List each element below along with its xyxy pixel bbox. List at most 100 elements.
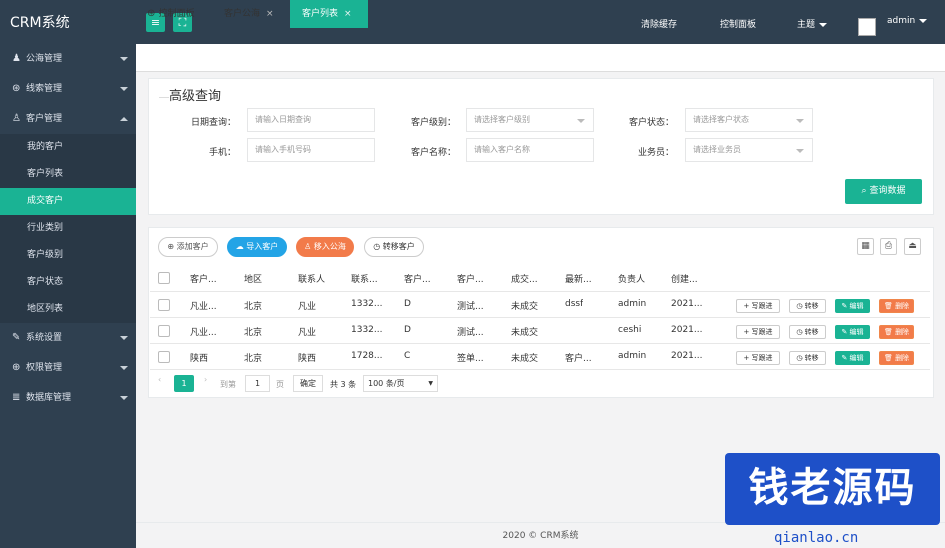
column-header[interactable]: 最新... <box>565 272 592 285</box>
status-label: 客户状态： <box>628 118 674 128</box>
avatar[interactable] <box>858 18 876 36</box>
row-checkbox[interactable] <box>158 299 170 311</box>
row-checkbox[interactable] <box>158 351 170 363</box>
sidebar-item-label: 数据库管理 <box>26 393 72 403</box>
user-group-icon: ♟ <box>12 53 21 64</box>
export-icon[interactable]: ⏏ <box>904 238 921 255</box>
sidebar-item-database[interactable]: ≣ 数据库管理 <box>0 383 136 413</box>
sidebar-subitem-status[interactable]: 客户状态 <box>0 269 136 296</box>
edit-button[interactable]: ✎ 编辑 <box>835 325 870 339</box>
follow-up-button[interactable]: + 写跟进 <box>736 351 780 365</box>
tab-dashboard[interactable]: ⊛ 控制面板 <box>145 0 220 28</box>
column-header[interactable]: 客户... <box>457 272 484 285</box>
transfer-button[interactable]: ◷ 转移 <box>789 351 826 365</box>
status-placeholder: 请选择客户状态 <box>693 115 749 124</box>
column-header[interactable]: 联系人 <box>298 272 325 285</box>
column-header[interactable]: 地区 <box>244 272 262 285</box>
status-select[interactable]: 请选择客户状态 <box>685 108 813 132</box>
transfer-customer-button[interactable]: ◷ 转移客户 <box>364 237 424 257</box>
divider <box>150 343 930 344</box>
sidebar-subitem-customer-list[interactable]: 客户列表 <box>0 161 136 188</box>
table-cell: 2021... <box>671 325 703 335</box>
goto-confirm-button[interactable]: 确定 <box>293 375 323 392</box>
app-root: CRM系统 ≡ ⛶ 清除缓存 控制面板 主题 admin ♟ 公海管理 ⊛ 线索管理… <box>0 0 945 548</box>
follow-up-button[interactable]: + 写跟进 <box>736 299 780 313</box>
page-number-input[interactable]: 1 <box>245 375 270 392</box>
user-name: admin <box>887 16 916 26</box>
column-header[interactable]: 成交... <box>511 272 538 285</box>
brand-logo: CRM系统 <box>10 15 70 31</box>
search-button[interactable]: ⌕ 查询数据 <box>845 179 922 204</box>
theme-dropdown[interactable]: 主题 <box>797 17 828 30</box>
level-label: 客户级别： <box>410 118 456 128</box>
table-cell: 1332... <box>351 325 383 335</box>
sidebar-item-settings[interactable]: ✎ 系统设置 <box>0 323 136 353</box>
close-icon[interactable]: × <box>344 9 352 19</box>
delete-button[interactable]: 🗑 删除 <box>879 325 914 339</box>
transfer-label: 转移 <box>804 328 819 336</box>
delete-label: 删除 <box>895 328 910 336</box>
sidebar-subitem-deal-customers[interactable]: 成交客户 <box>0 188 136 215</box>
sidebar-subitem-my-customers[interactable]: 我的客户 <box>0 134 136 161</box>
move-to-pool-button[interactable]: ♙ 移入公海 <box>296 237 354 257</box>
sales-select[interactable]: 请选择业务员 <box>685 138 813 162</box>
phone-input[interactable]: 请输入手机号码 <box>247 138 375 162</box>
column-header[interactable]: 客户... <box>404 272 431 285</box>
follow-up-label: 写跟进 <box>751 328 773 336</box>
clock-icon: ◷ <box>373 242 383 251</box>
chevron-down-icon <box>120 87 128 91</box>
edit-button[interactable]: ✎ 编辑 <box>835 351 870 365</box>
sidebar-subitem-region[interactable]: 地区列表 <box>0 296 136 323</box>
name-input[interactable]: 请输入客户名称 <box>466 138 594 162</box>
page-unit-label: 页 <box>276 380 284 389</box>
table-cell: 凡业... <box>190 328 217 338</box>
delete-button[interactable]: 🗑 删除 <box>879 351 914 365</box>
table-cell: 未成交 <box>511 302 539 312</box>
transfer-button[interactable]: ◷ 转移 <box>789 325 826 339</box>
edit-button[interactable]: ✎ 编辑 <box>835 299 870 313</box>
user-icon: ♙ <box>304 242 314 251</box>
follow-up-button[interactable]: + 写跟进 <box>736 325 780 339</box>
delete-button[interactable]: 🗑 删除 <box>879 299 914 313</box>
dashboard-link[interactable]: 控制面板 <box>720 17 756 30</box>
date-input[interactable]: 请输入日期查询 <box>247 108 375 132</box>
phone-label: 手机： <box>208 148 236 158</box>
sidebar-item-permissions[interactable]: ⊕ 权限管理 <box>0 353 136 383</box>
clear-cache-link[interactable]: 清除缓存 <box>641 17 677 30</box>
select-all-checkbox[interactable] <box>158 272 170 284</box>
sidebar-subitem-industry[interactable]: 行业类别 <box>0 215 136 242</box>
column-header[interactable]: 联系... <box>351 272 378 285</box>
chevron-down-icon <box>120 336 128 340</box>
column-header[interactable]: 客户... <box>190 272 217 285</box>
tab-customer-list[interactable]: 客户列表 × <box>290 0 368 28</box>
add-customer-button[interactable]: ⊕ 添加客户 <box>158 237 218 257</box>
table-cell: 2021... <box>671 351 703 361</box>
import-customer-button[interactable]: ☁ 导入客户 <box>227 237 287 257</box>
level-select[interactable]: 请选择客户级别 <box>466 108 594 132</box>
row-checkbox[interactable] <box>158 325 170 337</box>
page-1-button[interactable]: 1 <box>174 375 194 392</box>
table-cell: 北京 <box>244 328 263 338</box>
print-icon[interactable]: ⎙ <box>880 238 897 255</box>
sidebar-subitem-level[interactable]: 客户级别 <box>0 242 136 269</box>
tab-customer-pool[interactable]: 客户公海 × <box>224 0 284 28</box>
columns-icon[interactable]: ▦ <box>857 238 874 255</box>
sidebar-item-pool[interactable]: ♟ 公海管理 <box>0 44 136 74</box>
search-title: 高级查询 <box>169 89 222 104</box>
watermark-logo: 钱老源码 <box>725 453 940 525</box>
table-cell: 陕西 <box>298 354 317 364</box>
user-dropdown[interactable]: admin <box>887 16 928 26</box>
transfer-button[interactable]: ◷ 转移 <box>789 299 826 313</box>
column-header[interactable]: 创建... <box>671 272 698 285</box>
sidebar-item-leads[interactable]: ⊛ 线索管理 <box>0 74 136 104</box>
close-icon[interactable]: × <box>266 9 274 19</box>
add-customer-label: 添加客户 <box>176 242 209 251</box>
per-page-select[interactable]: 100 条/页 ▼ <box>363 375 438 392</box>
chevron-down-icon <box>120 396 128 400</box>
column-header[interactable]: 负责人 <box>618 272 645 285</box>
name-label: 客户名称： <box>410 148 456 158</box>
table-cell: dssf <box>565 299 584 309</box>
prev-page-icon[interactable]: ‹ <box>158 375 161 384</box>
next-page-icon[interactable]: › <box>204 375 207 384</box>
sidebar-item-customers[interactable]: ♙ 客户管理 <box>0 104 136 134</box>
